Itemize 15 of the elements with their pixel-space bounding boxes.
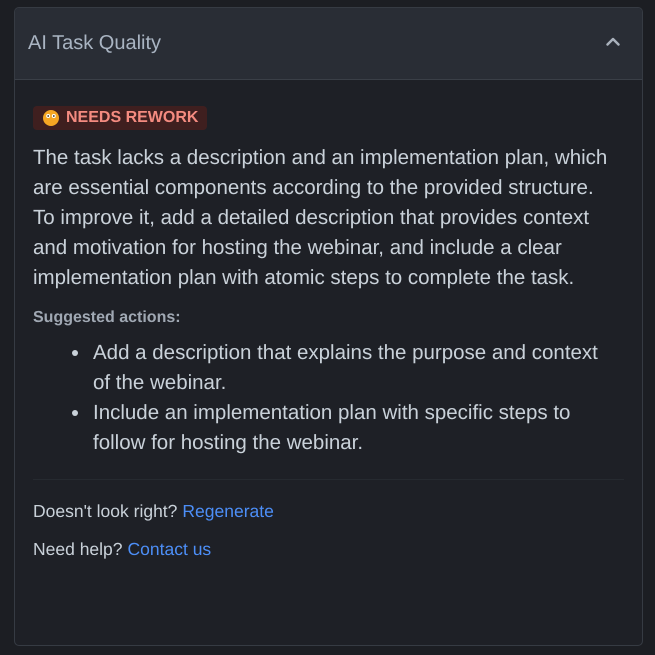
footer-link[interactable]: Regenerate [182, 499, 274, 523]
summary-text: The task lacks a description and an implementation plan, which are essential components according to the provided structure. To improve it, add a detailed description that provides context and motivation for hosting the webinar, and include a clear implementation plan with atomic steps to complete the task. [33, 145, 608, 291]
bullet-icon [72, 350, 78, 356]
action-item: Include an implementation plan with specific steps to follow for hosting the webinar. [93, 400, 572, 456]
suggested-actions-heading: Suggested actions: [33, 308, 182, 328]
footer-link[interactable]: Contact us [128, 537, 212, 561]
help-prompt: Doesn't look right? [33, 500, 178, 523]
panel-header[interactable]: AI Task Quality [15, 8, 642, 80]
face-emoji-icon [43, 110, 59, 126]
panel-title: AI Task Quality [28, 32, 162, 55]
help-prompt: Need help? [33, 538, 123, 561]
bullet-icon [72, 410, 78, 416]
status-badge: NEEDS REWORK [33, 106, 208, 130]
action-item: Add a description that explains the purpose and context of the webinar. [93, 340, 599, 396]
chevron-icon[interactable] [606, 37, 620, 46]
